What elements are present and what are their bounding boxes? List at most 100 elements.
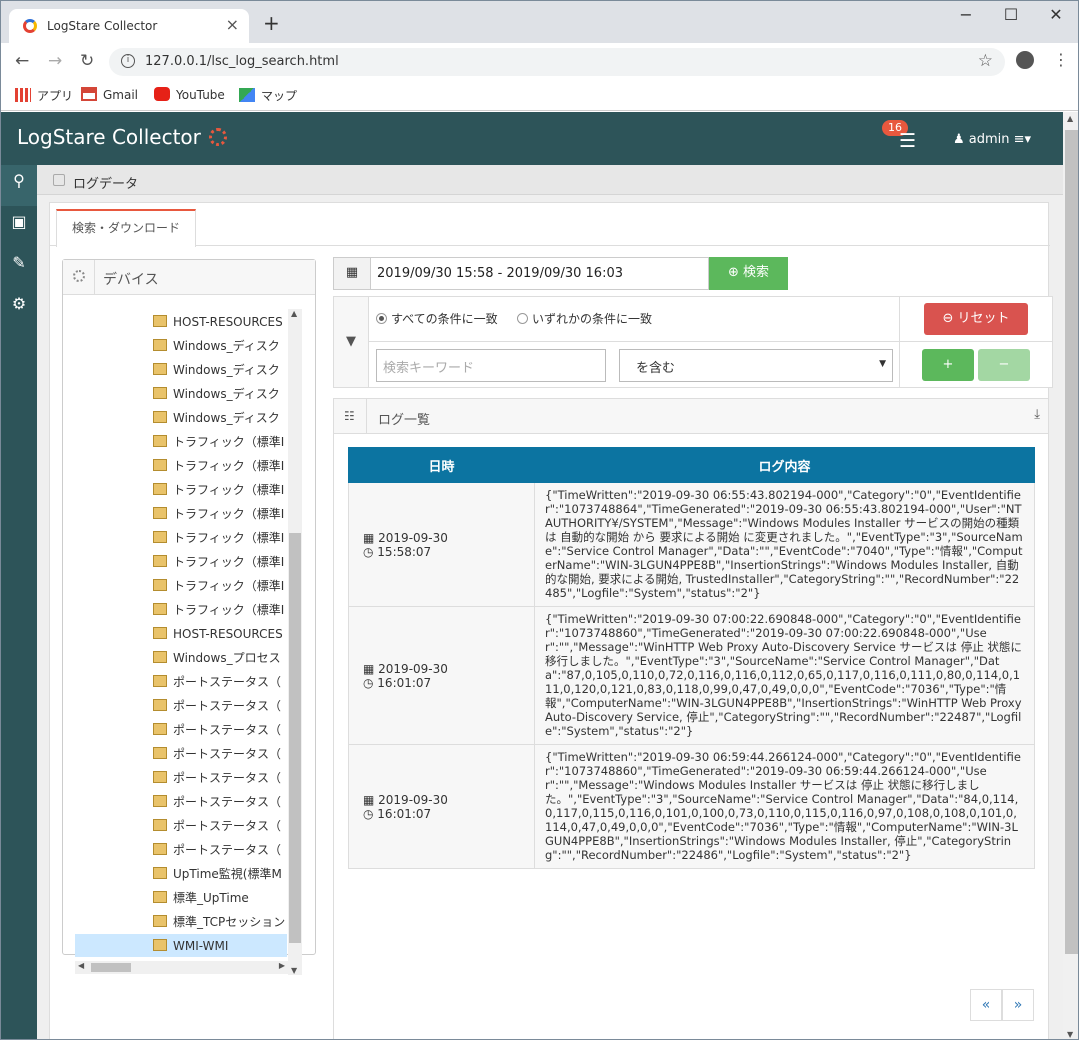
url-input[interactable]: i 127.0.0.1/lsc_log_search.html ☆ [109, 48, 1005, 76]
page-scroll-thumb[interactable] [1065, 130, 1078, 954]
reset-button[interactable]: ⊖ リセット [924, 303, 1028, 335]
calendar-icon[interactable]: ▦ [334, 258, 371, 289]
device-tree-item-label: トラフィック（標準I [173, 483, 285, 497]
device-tree-item-label: Windows_プロセス [173, 651, 281, 665]
search-icon[interactable]: ⚲ [1, 165, 37, 206]
folder-icon [153, 699, 167, 711]
device-tree-item[interactable]: ポートステータス（ [153, 670, 287, 694]
keyword-input[interactable]: 検索キーワード [376, 349, 606, 382]
bookmark-maps[interactable]: マップ [239, 87, 297, 104]
page-scroll-down-icon[interactable]: ▼ [1067, 1030, 1073, 1039]
bookmark-gmail[interactable]: Gmail [81, 87, 138, 102]
device-tree-item[interactable]: トラフィック（標準I [153, 598, 287, 622]
tab-search-download[interactable]: 検索・ダウンロード [56, 209, 196, 247]
device-tree-item[interactable]: 標準_UpTime [153, 886, 287, 910]
add-condition-button[interactable]: + [922, 349, 974, 381]
account-avatar-icon[interactable] [1016, 51, 1034, 69]
scroll-down-icon[interactable]: ▼ [291, 966, 297, 975]
browser-menu-icon[interactable]: ⋮ [1053, 50, 1069, 69]
device-tree-item-label: ポートステータス（ [173, 771, 282, 785]
log-panel-title: ログ一覧 [378, 413, 431, 428]
column-header-content[interactable]: ログ内容 [534, 447, 1035, 483]
device-tree-item[interactable]: トラフィック（標準I [153, 550, 287, 574]
device-tree-item-label: トラフィック（標準I [173, 555, 285, 569]
bookmark-star-icon[interactable]: ☆ [978, 51, 993, 71]
device-tree-hscroll[interactable]: ◀ ▶ [75, 961, 288, 974]
minimize-icon[interactable]: − [956, 5, 976, 24]
match-any-radio[interactable]: いずれかの条件に一致 [517, 310, 652, 327]
device-tree-item-label: トラフィック（標準I [173, 579, 285, 593]
device-tree-item[interactable]: ポートステータス（ [153, 742, 287, 766]
log-date: 2019-09-30 [378, 792, 448, 807]
reload-icon[interactable]: ↻ [80, 51, 94, 71]
radio-checked[interactable] [376, 313, 387, 324]
folder-icon [153, 675, 167, 687]
device-tree-vscroll[interactable]: ▲ ▼ [288, 309, 302, 975]
device-tree-item[interactable]: ポートステータス（ [153, 790, 287, 814]
column-header-date[interactable]: 日時 [348, 447, 535, 483]
device-tree-item[interactable]: ポートステータス（ [153, 814, 287, 838]
device-tree-item[interactable]: Windows_ディスク [153, 406, 287, 430]
radio-unchecked[interactable] [517, 313, 528, 324]
device-tree-item[interactable]: ポートステータス（ [153, 838, 287, 862]
remove-condition-button[interactable]: − [978, 349, 1030, 381]
vscroll-thumb[interactable] [289, 533, 301, 943]
device-tree-item[interactable]: UpTime監視(標準M [153, 862, 287, 886]
device-tree-item[interactable]: Windows_ディスク [153, 358, 287, 382]
device-tree-item[interactable]: トラフィック（標準I [153, 454, 287, 478]
device-tree[interactable]: HOST-RESOURCES Windows_ディスク Windows_ディスク Wi… [75, 309, 288, 957]
new-tab-button[interactable]: + [263, 11, 280, 35]
device-tree-item-label: 標準_TCPセッション [173, 915, 286, 929]
prev-page-button[interactable]: « [970, 989, 1002, 1021]
device-tree-item[interactable]: ポートステータス（ [153, 694, 287, 718]
device-tree-item[interactable]: HOST-RESOURCES [153, 622, 287, 646]
site-info-icon[interactable]: i [121, 54, 135, 68]
scroll-left-icon[interactable]: ◀ [78, 961, 84, 970]
device-tree-item[interactable]: Windows_プロセス [153, 646, 287, 670]
log-time: 15:58:07 [377, 544, 432, 559]
device-tree-item[interactable]: トラフィック（標準I [153, 526, 287, 550]
search-button[interactable]: ⊕ 検索 [709, 257, 788, 290]
date-range-field[interactable]: ▦ 2019/09/30 15:58 - 2019/09/30 16:03 [333, 257, 709, 290]
device-tree-item[interactable]: トラフィック（標準I [153, 502, 287, 526]
download-icon[interactable]: ⤓ [1034, 407, 1040, 422]
gears-icon[interactable]: ⚙ [1, 288, 37, 329]
device-tree-item[interactable]: トラフィック（標準I [153, 478, 287, 502]
scroll-right-icon[interactable]: ▶ [279, 961, 285, 970]
maximize-icon[interactable]: ☐ [1001, 5, 1021, 24]
wrench-icon[interactable]: ✎ [1, 247, 37, 288]
close-tab-icon[interactable]: × [226, 15, 239, 34]
device-tree-item[interactable]: トラフィック（標準I [153, 574, 287, 598]
device-tree-item[interactable]: Windows_ディスク [153, 334, 287, 358]
browser-tab[interactable]: LogStare Collector × [9, 9, 249, 43]
hscroll-thumb[interactable] [91, 963, 131, 972]
bookmark-apps[interactable]: アプリ [15, 87, 73, 104]
device-tree-item[interactable]: 標準_TCPセッション [153, 910, 287, 934]
bookmark-label: アプリ [37, 89, 74, 103]
date-range-value: 2019/09/30 15:58 - 2019/09/30 16:03 [377, 266, 624, 281]
user-menu[interactable]: ♟ admin ≡▾ [953, 132, 1031, 147]
log-header-divider [366, 399, 367, 434]
forward-icon[interactable]: → [48, 51, 62, 71]
page-scroll-up-icon[interactable]: ▲ [1067, 114, 1073, 123]
log-row: ▦ 2019-09-30 ◷ 15:58:07 {"TimeWritten":"20… [348, 482, 1035, 607]
device-tree-item-label: ポートステータス（ [173, 795, 282, 809]
device-tree-item[interactable]: HOST-RESOURCES [153, 310, 287, 334]
notification-list-icon[interactable]: ☰ [899, 130, 916, 152]
device-tree-item[interactable]: Windows_ディスク [153, 382, 287, 406]
condition-divider-h [369, 341, 1052, 342]
book-icon[interactable]: ▣ [1, 206, 37, 247]
device-tree-item[interactable]: WMI-WMI [75, 934, 287, 957]
back-icon[interactable]: ← [15, 51, 29, 71]
device-panel-header: デバイス [63, 260, 315, 295]
device-tree-item[interactable]: ポートステータス（ [153, 718, 287, 742]
close-window-icon[interactable]: ✕ [1046, 5, 1066, 24]
device-tree-item[interactable]: トラフィック（標準I [153, 430, 287, 454]
device-tree-item[interactable]: ポートステータス（ [153, 766, 287, 790]
operator-select[interactable]: を含む ▼ [619, 349, 893, 382]
bookmark-youtube[interactable]: YouTube [154, 87, 225, 102]
scroll-up-icon[interactable]: ▲ [291, 309, 297, 318]
match-all-radio[interactable]: すべての条件に一致 [376, 310, 498, 327]
next-page-button[interactable]: » [1002, 989, 1034, 1021]
page-vscroll[interactable]: ▲ ▼ [1063, 112, 1078, 1039]
